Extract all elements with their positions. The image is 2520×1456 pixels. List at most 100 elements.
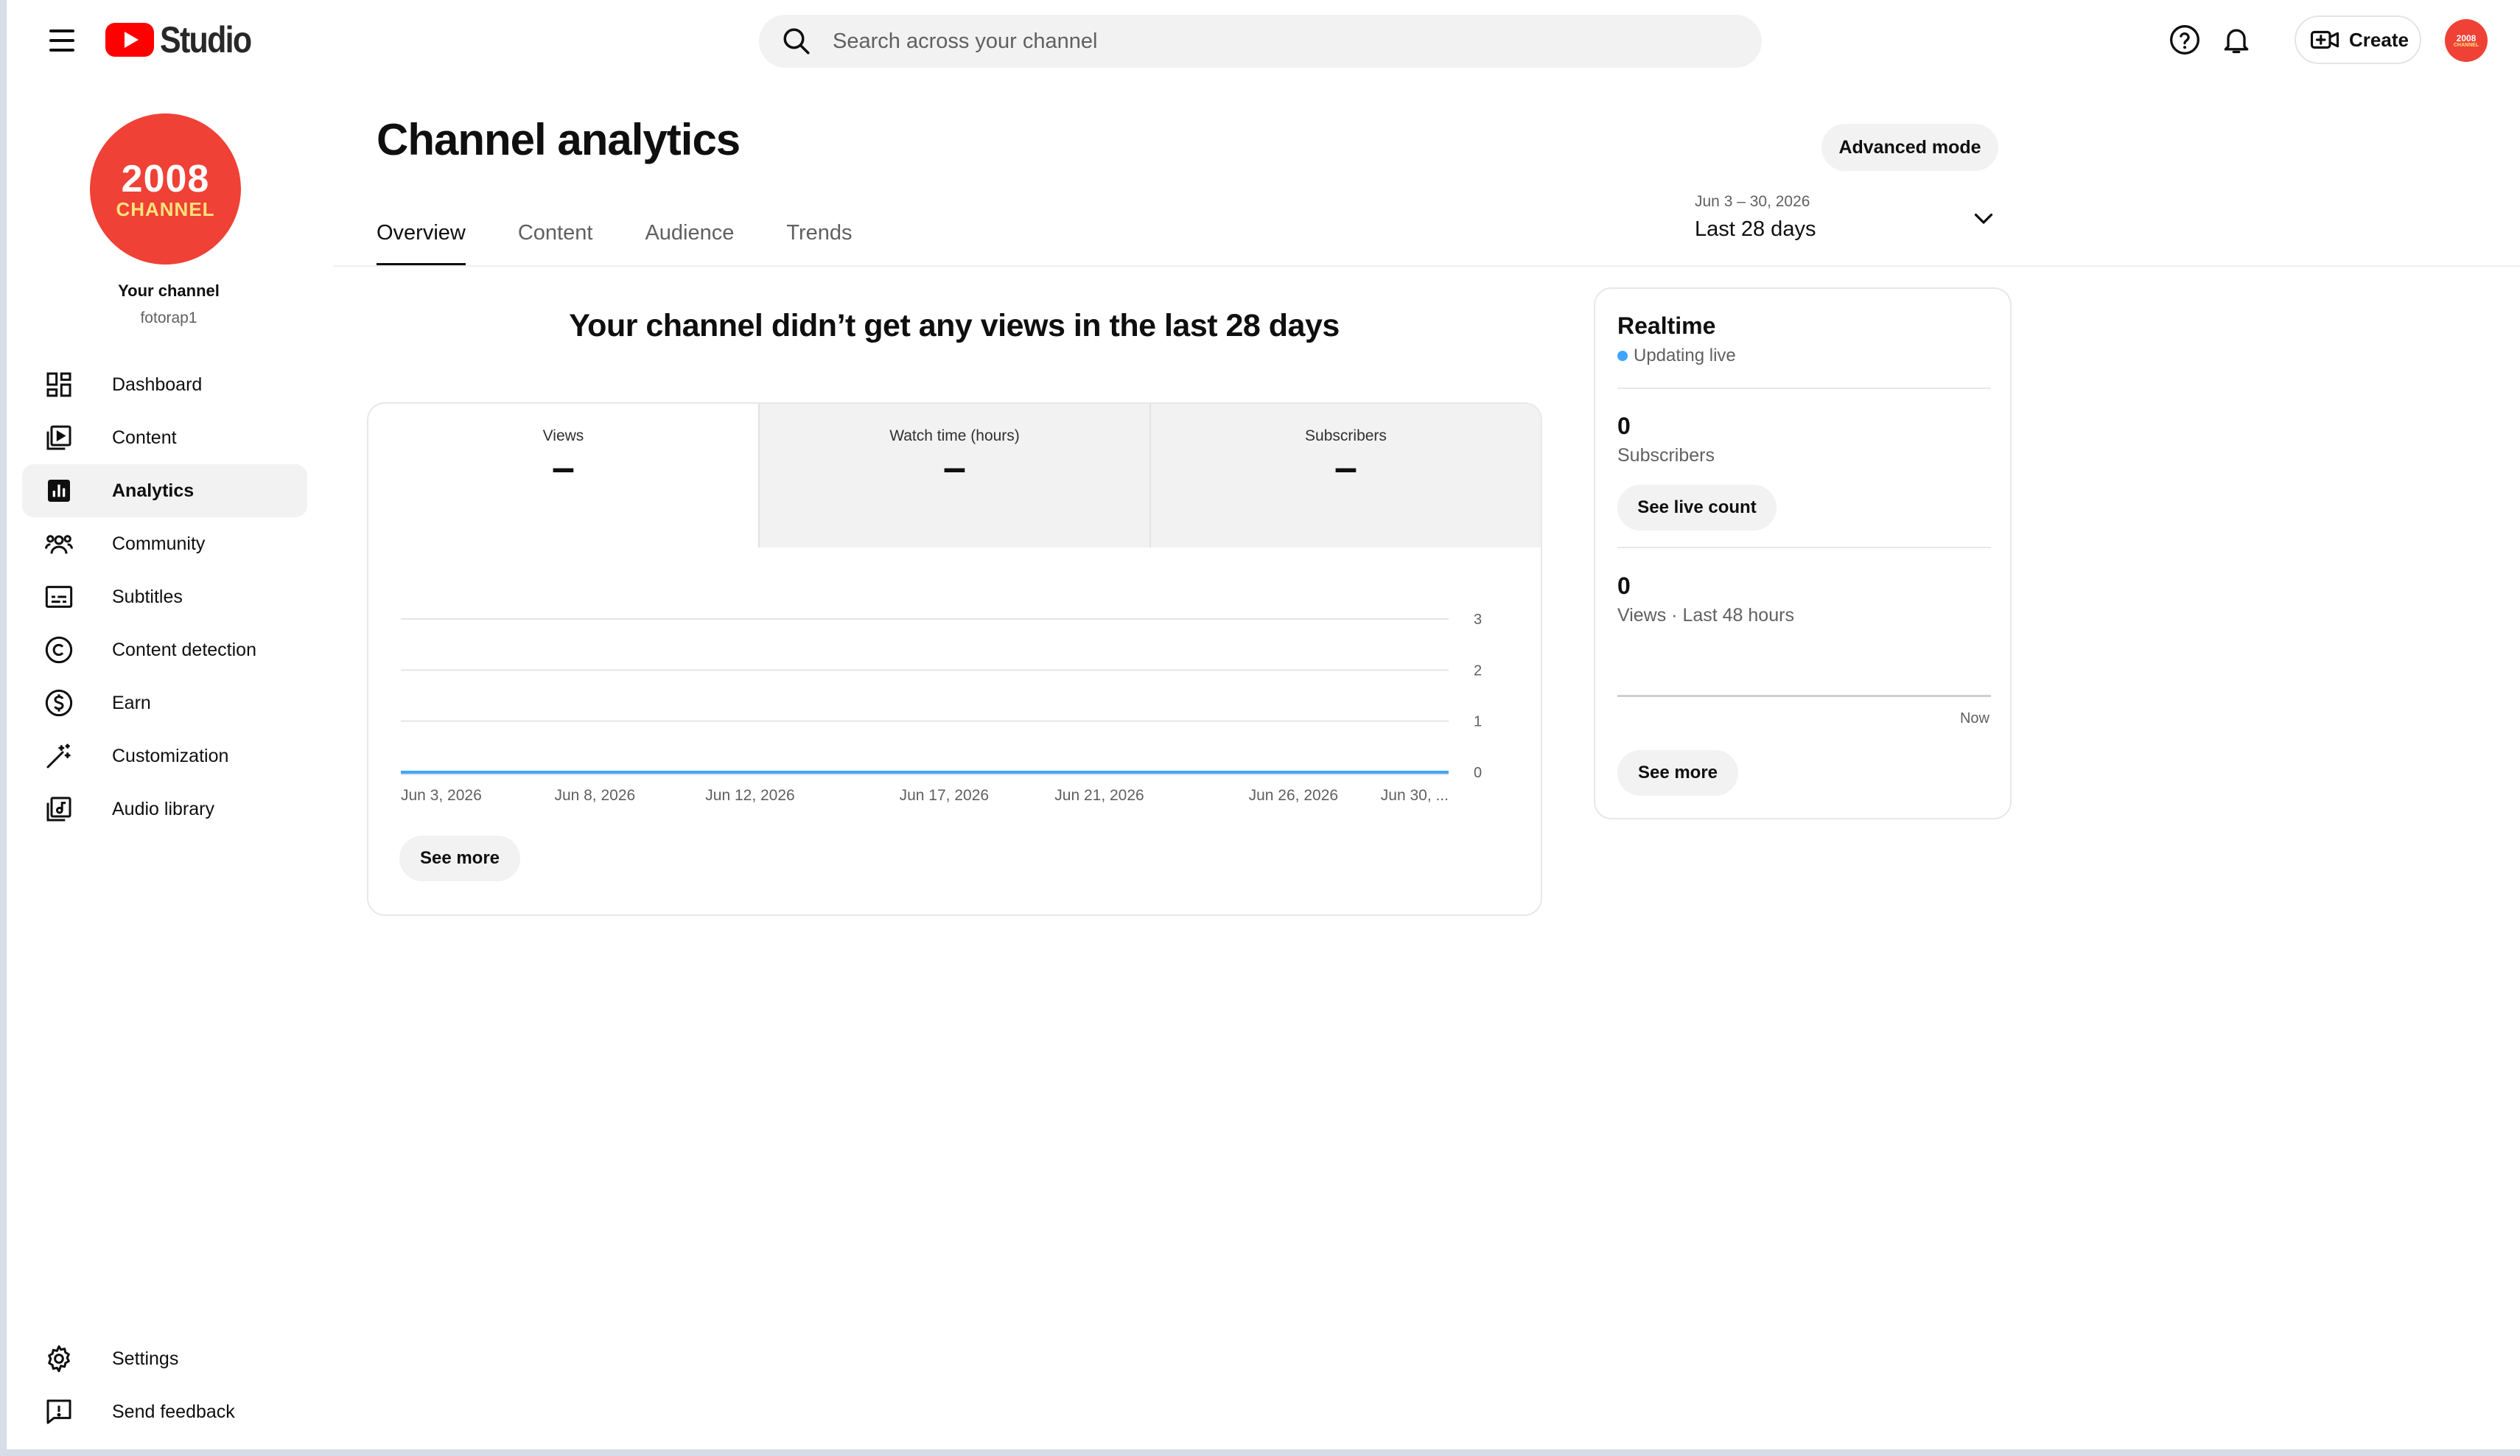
views-label: Views · Last 48 hours: [1617, 605, 1794, 626]
tab-audience[interactable]: Audience: [645, 218, 734, 267]
realtime-sparkline: [1617, 695, 1991, 697]
metric-tab-views[interactable]: Views –: [368, 404, 758, 547]
divider: [1617, 547, 1991, 548]
content-icon: [43, 421, 75, 454]
metric-tab-watch-time[interactable]: Watch time (hours) –: [758, 404, 1149, 547]
help-icon[interactable]: [2165, 20, 2205, 60]
realtime-status: Updating live: [1617, 346, 1736, 366]
views-value: 0: [1617, 573, 1631, 599]
tabs-divider: [334, 265, 2520, 267]
magic-wand-icon: [43, 740, 75, 772]
metric-tabs: Views – Watch time (hours) – Subscribers…: [368, 404, 1541, 547]
realtime-title: Realtime: [1617, 312, 1716, 339]
sidebar-item-community[interactable]: Community: [22, 517, 307, 570]
see-more-button[interactable]: See more: [1617, 750, 1738, 796]
sidebar-item-label: Subtitles: [112, 586, 183, 607]
metric-value: –: [551, 444, 575, 490]
channel-avatar-text-top: 2008: [121, 157, 210, 200]
studio-logo[interactable]: Studio: [105, 19, 266, 60]
sidebar-item-label: Content detection: [112, 639, 256, 660]
see-live-count-button[interactable]: See live count: [1617, 485, 1777, 531]
sidebar-item-label: Earn: [112, 692, 151, 713]
date-range-dates: Jun 3 – 30, 2026: [1695, 193, 1810, 210]
sidebar-item-subtitles[interactable]: Subtitles: [22, 570, 307, 623]
channel-avatar[interactable]: 2008 CHANNEL: [90, 113, 241, 265]
y-tick-label: 0: [1474, 765, 1482, 781]
now-label: Now: [1959, 710, 1989, 727]
sidebar-item-label: Content: [112, 427, 177, 448]
y-tick-label: 3: [1474, 612, 1482, 628]
create-button[interactable]: Create: [2295, 15, 2421, 64]
subscribers-label: Subscribers: [1617, 445, 1715, 466]
sidebar-nav: Dashboard Content Analytics Community Su…: [22, 358, 307, 836]
advanced-mode-button[interactable]: Advanced mode: [1821, 124, 1998, 171]
date-range-picker[interactable]: Jun 3 – 30, 2026 Last 28 days: [1695, 193, 1997, 245]
live-dot-icon: [1617, 351, 1628, 361]
channel-avatar-text-bottom: CHANNEL: [116, 197, 215, 220]
avatar-text-top: 2008: [2456, 32, 2477, 43]
sidebar-item-send-feedback[interactable]: Send feedback: [22, 1385, 307, 1438]
realtime-status-text: Updating live: [1634, 346, 1736, 365]
sidebar-bottom-nav: Settings Send feedback: [22, 1332, 307, 1438]
sidebar: 2008 CHANNEL Your channel fotorap1 Dashb…: [7, 80, 331, 1449]
y-tick-label: 2: [1474, 662, 1482, 679]
subscribers-value: 0: [1617, 413, 1631, 439]
sidebar-item-label: Community: [112, 533, 206, 554]
realtime-card: Realtime Updating live 0 Subscribers See…: [1594, 287, 2012, 819]
sidebar-item-settings[interactable]: Settings: [22, 1332, 307, 1385]
metric-label: Views: [542, 427, 584, 444]
notifications-bell-icon[interactable]: [2216, 20, 2256, 60]
search-bar[interactable]: [759, 15, 1762, 68]
sidebar-item-content-detection[interactable]: Content detection: [22, 623, 307, 676]
sidebar-item-label: Customization: [112, 745, 229, 766]
no-views-headline: Your channel didn’t get any views in the…: [569, 308, 1340, 343]
y-tick-label: 1: [1474, 714, 1482, 730]
sidebar-item-content[interactable]: Content: [22, 411, 307, 464]
audio-library-icon: [43, 793, 75, 825]
divider: [1617, 388, 1991, 389]
channel-handle: fotorap1: [140, 309, 197, 326]
menu-icon[interactable]: [41, 22, 83, 59]
feedback-icon: [43, 1396, 75, 1428]
dollar-icon: [43, 687, 75, 719]
sidebar-item-label: Send feedback: [112, 1401, 235, 1422]
sidebar-item-audio-library[interactable]: Audio library: [22, 783, 307, 836]
key-metrics-card: Views – Watch time (hours) – Subscribers…: [367, 402, 1542, 916]
subtitles-icon: [43, 581, 75, 613]
see-more-button[interactable]: See more: [399, 836, 520, 881]
sidebar-item-label: Dashboard: [112, 374, 203, 395]
x-tick-label: Jun 12, 2026: [705, 787, 794, 804]
search-input[interactable]: [833, 29, 1717, 54]
gear-icon: [43, 1343, 75, 1375]
x-tick-label: Jun 17, 2026: [900, 787, 989, 804]
search-icon: [783, 28, 810, 55]
dashboard-icon: [43, 368, 75, 401]
date-range-label: Last 28 days: [1695, 217, 1816, 241]
metric-tab-subscribers[interactable]: Subscribers –: [1149, 404, 1541, 547]
x-tick-label: Jun 21, 2026: [1054, 787, 1144, 804]
tab-overview[interactable]: Overview: [377, 218, 466, 267]
tab-trends[interactable]: Trends: [786, 218, 852, 267]
sidebar-item-earn[interactable]: Earn: [22, 676, 307, 729]
sidebar-item-customization[interactable]: Customization: [22, 729, 307, 783]
account-avatar[interactable]: 2008 CHANNEL: [2445, 19, 2488, 62]
analytics-icon: [43, 475, 75, 507]
video-plus-icon: [2310, 30, 2339, 49]
x-tick-label: Jun 26, 2026: [1249, 787, 1338, 804]
sidebar-item-analytics[interactable]: Analytics: [22, 464, 307, 517]
metric-value: –: [1334, 444, 1358, 490]
page-title: Channel analytics: [377, 115, 741, 164]
sidebar-item-dashboard[interactable]: Dashboard: [22, 358, 307, 411]
sidebar-item-label: Analytics: [112, 480, 195, 501]
analytics-tabs: Overview Content Audience Trends: [377, 218, 905, 267]
window-frame-bottom: [0, 1449, 2520, 1456]
metric-label: Watch time (hours): [889, 427, 1020, 444]
copyright-icon: [43, 634, 75, 666]
tab-content[interactable]: Content: [518, 218, 593, 267]
channel-title: Your channel: [118, 281, 220, 300]
metric-label: Subscribers: [1305, 427, 1387, 444]
metric-value: –: [942, 444, 967, 490]
views-line-chart: 0 1 2 3 Jun 3, 2026 Jun 8, 2026 Jun 12, 2026 Ju…: [401, 612, 1482, 804]
avatar-text-bottom: CHANNEL: [2453, 42, 2479, 48]
chevron-down-icon: [1974, 213, 1993, 224]
